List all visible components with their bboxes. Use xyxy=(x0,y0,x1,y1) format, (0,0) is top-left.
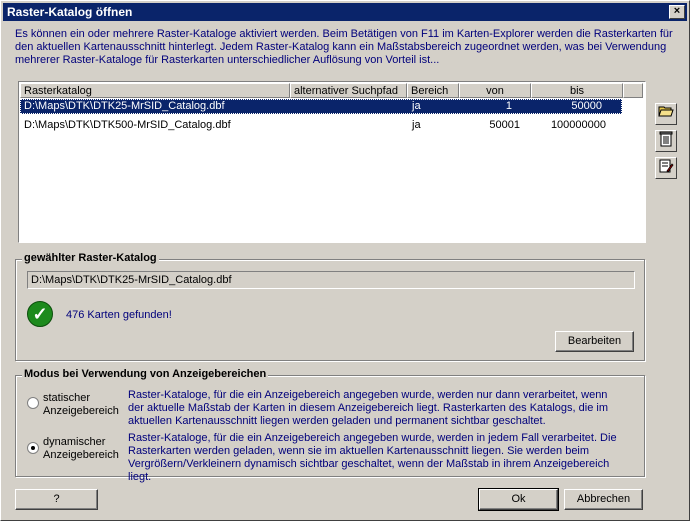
static-mode-radio[interactable] xyxy=(27,397,39,409)
static-mode-label[interactable]: statischer Anzeigebereich xyxy=(43,392,119,418)
column-header-bereich[interactable]: Bereich xyxy=(407,83,459,98)
close-button[interactable]: × xyxy=(669,5,685,19)
delete-catalog-button[interactable] xyxy=(655,130,677,152)
help-button[interactable]: ? xyxy=(15,489,98,510)
edit-catalog-button[interactable] xyxy=(655,157,677,179)
static-mode-label-line1: statischer xyxy=(43,392,91,404)
dynamic-mode-label-line2: Anzeigebereich xyxy=(43,449,119,461)
dynamic-mode-radio[interactable] xyxy=(27,442,39,454)
column-header-rasterkatalog[interactable]: Rasterkatalog xyxy=(20,83,290,98)
dynamic-mode-label[interactable]: dynamischer Anzeigebereich xyxy=(43,436,119,462)
open-folder-icon xyxy=(658,106,674,117)
cell-bereich: ja xyxy=(412,100,421,112)
cancel-button[interactable]: Abbrechen xyxy=(564,489,643,510)
display-mode-legend: Modus bei Verwendung von Anzeigebereiche… xyxy=(22,368,269,380)
selected-catalog-legend: gewählter Raster-Katalog xyxy=(22,252,159,264)
static-mode-label-line2: Anzeigebereich xyxy=(43,405,119,417)
intro-text: Es können ein oder mehrere Raster-Katalo… xyxy=(15,28,673,66)
table-row[interactable]: D:\Maps\DTK\DTK500-MrSID_Catalog.dbf ja … xyxy=(20,118,622,133)
edit-button[interactable]: Bearbeiten xyxy=(555,331,634,352)
checkmark-icon: ✓ xyxy=(27,301,53,327)
catalog-list[interactable]: Rasterkatalog alternativer Suchpfad Bere… xyxy=(18,81,646,243)
cell-von: 50001 xyxy=(489,119,520,131)
table-row[interactable]: D:\Maps\DTK\DTK25-MrSID_Catalog.dbf ja 1… xyxy=(20,99,622,114)
cell-bis: 50000 xyxy=(571,100,602,112)
column-header-bis[interactable]: bis xyxy=(531,83,623,98)
trash-icon xyxy=(659,131,673,147)
cell-von: 1 xyxy=(505,100,512,112)
maps-found-status: 476 Karten gefunden! xyxy=(66,309,172,321)
ok-button[interactable]: Ok xyxy=(478,488,559,511)
cell-path: D:\Maps\DTK\DTK500-MrSID_Catalog.dbf xyxy=(24,119,231,131)
column-header-suchpfad[interactable]: alternativer Suchpfad xyxy=(290,83,407,98)
open-catalog-button[interactable] xyxy=(655,103,677,125)
dynamic-mode-label-line1: dynamischer xyxy=(43,436,106,448)
selected-catalog-path-field[interactable]: D:\Maps\DTK\DTK25-MrSID_Catalog.dbf xyxy=(27,271,635,289)
title-bar: Raster-Katalog öffnen × xyxy=(3,3,687,21)
edit-icon xyxy=(659,159,674,173)
window-title: Raster-Katalog öffnen xyxy=(7,5,133,19)
cell-bis: 100000000 xyxy=(550,119,606,131)
column-header-filler xyxy=(623,83,643,98)
cell-path: D:\Maps\DTK\DTK25-MrSID_Catalog.dbf xyxy=(24,100,225,112)
column-header-von[interactable]: von xyxy=(459,83,531,98)
cell-bereich: ja xyxy=(412,119,421,131)
dynamic-mode-description: Raster-Kataloge, für die ein Anzeigebere… xyxy=(128,432,617,483)
static-mode-description: Raster-Kataloge, für die ein Anzeigebere… xyxy=(128,389,608,427)
raster-catalog-dialog: Raster-Katalog öffnen × Es können ein od… xyxy=(0,0,690,521)
